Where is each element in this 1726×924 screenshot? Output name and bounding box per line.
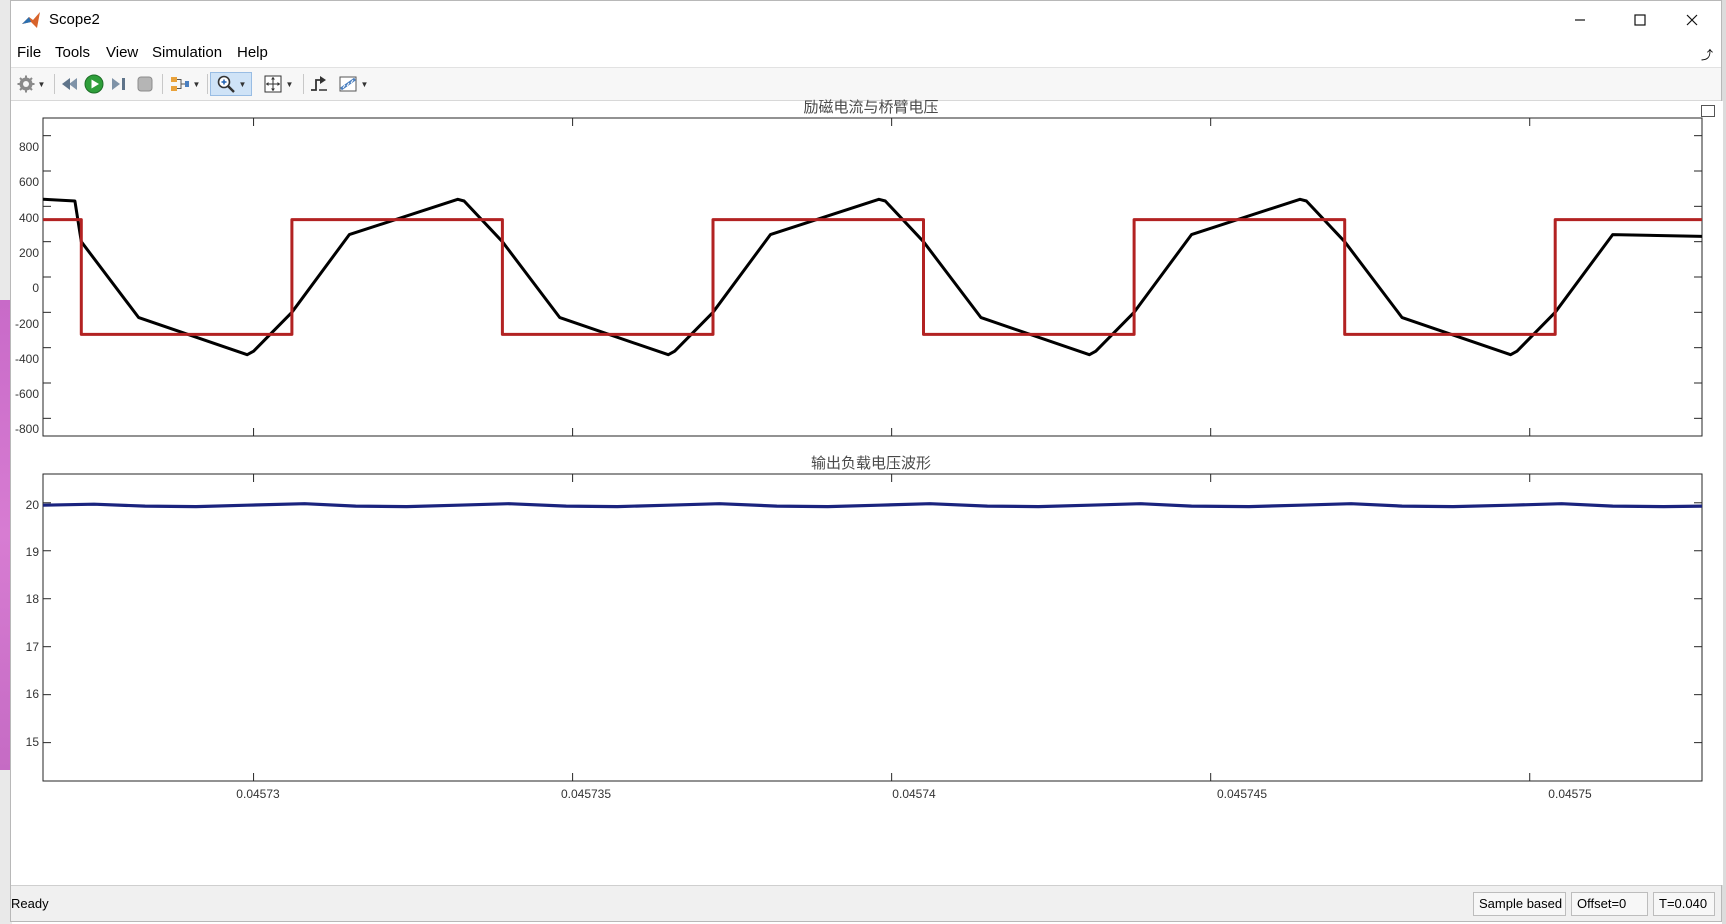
menu-tools[interactable]: Tools: [55, 44, 90, 61]
triggers-button[interactable]: [307, 72, 331, 96]
menu-view[interactable]: View: [106, 44, 138, 61]
stop-icon: [137, 76, 153, 92]
fit-view-icon: [264, 75, 282, 93]
step-forward-button[interactable]: [108, 72, 130, 96]
settings-button[interactable]: ▼: [13, 72, 49, 96]
run-button[interactable]: [83, 72, 105, 96]
status-bar: Ready Sample based Offset=0 T=0.040: [11, 885, 1721, 921]
minimize-icon: [1575, 19, 1585, 21]
measurements-icon: [339, 76, 357, 92]
window-title: Scope2: [49, 11, 100, 28]
zoom-icon: [217, 75, 235, 93]
fit-view-button[interactable]: ▼: [258, 72, 298, 96]
status-sample-mode: Sample based: [1473, 892, 1566, 916]
axes-box: [42, 473, 1703, 782]
signal-selector-icon: [170, 77, 189, 91]
plot-area: 励磁电流与桥臂电压 输出负载电压波形 800 600 400 200 0 -20…: [11, 98, 1723, 885]
measurements-button[interactable]: ▼: [333, 72, 373, 96]
dock-arrow-icon[interactable]: ⤴: [1701, 46, 1713, 63]
menu-file[interactable]: File: [17, 44, 41, 61]
status-time: T=0.040: [1653, 892, 1715, 916]
triggers-icon: [311, 76, 327, 91]
menu-help[interactable]: Help: [237, 44, 268, 61]
toolbar-separator: [303, 74, 304, 94]
step-forward-icon: [112, 78, 125, 90]
close-button[interactable]: [1663, 1, 1721, 39]
title-bar: Scope2: [11, 1, 1721, 39]
minimize-button[interactable]: [1551, 1, 1609, 39]
settings-icon: [17, 75, 35, 93]
toolbar-separator: [207, 74, 208, 94]
scope-plots: [42, 117, 1703, 782]
menu-simulation[interactable]: Simulation: [152, 44, 222, 61]
step-back-icon: [62, 78, 77, 90]
signal-selector-button[interactable]: ▼: [167, 72, 203, 96]
step-back-button[interactable]: [59, 72, 81, 96]
maximize-icon: [1634, 14, 1646, 26]
toolbar-separator: [162, 74, 163, 94]
menu-bar: File Tools View Simulation Help ⤴: [11, 39, 1721, 67]
status-ready: Ready: [11, 896, 49, 911]
scope-window: Scope2 File Tools View Simulation Help ⤴…: [10, 0, 1723, 922]
matlab-logo-icon: [22, 12, 40, 28]
status-offset: Offset=0: [1571, 892, 1648, 916]
zoom-button[interactable]: ▼: [210, 72, 252, 96]
close-icon: [1686, 14, 1698, 26]
stop-button[interactable]: [134, 72, 156, 96]
toolbar-separator: [54, 74, 55, 94]
maximize-button[interactable]: [1611, 1, 1669, 39]
run-icon: [84, 74, 104, 94]
